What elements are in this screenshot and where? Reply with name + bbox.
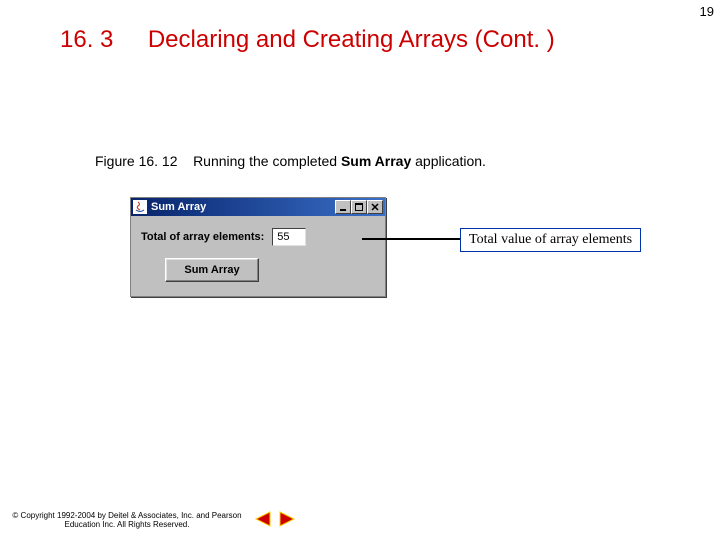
section-number: 16. 3: [60, 26, 113, 54]
section-title: Declaring and Creating Arrays (Cont. ): [148, 26, 555, 53]
nav-arrows: [252, 510, 298, 528]
total-label: Total of array elements:: [141, 231, 264, 243]
figure-label: Figure 16. 12: [95, 153, 178, 169]
page-number: 19: [700, 4, 714, 19]
maximize-button[interactable]: [351, 200, 367, 214]
close-button[interactable]: [367, 200, 383, 214]
callout-box: Total value of array elements: [460, 228, 641, 252]
figure-text-before: Running the completed: [193, 153, 341, 169]
copyright-text: © Copyright 1992-2004 by Deitel & Associ…: [12, 511, 242, 530]
window-controls: [335, 200, 383, 214]
total-row: Total of array elements: 55: [141, 228, 375, 246]
app-body: Total of array elements: 55 Sum Array: [131, 216, 385, 296]
total-value-field[interactable]: 55: [272, 228, 306, 246]
java-icon: [133, 200, 147, 214]
figure-caption: Figure 16. 12 Running the completed Sum …: [95, 153, 486, 169]
window-title: Sum Array: [151, 201, 335, 213]
callout-line: [362, 238, 460, 240]
app-window: Sum Array Total of array elements: 55 Su…: [130, 197, 386, 297]
figure-text-after: application.: [411, 153, 486, 169]
sum-array-button[interactable]: Sum Array: [165, 258, 259, 282]
next-arrow-icon[interactable]: [278, 510, 298, 528]
figure-bold: Sum Array: [341, 153, 411, 169]
minimize-button[interactable]: [335, 200, 351, 214]
prev-arrow-icon[interactable]: [252, 510, 272, 528]
titlebar: Sum Array: [131, 198, 385, 216]
slide-heading: 16. 3 Declaring and Creating Arrays (Con…: [0, 26, 720, 54]
